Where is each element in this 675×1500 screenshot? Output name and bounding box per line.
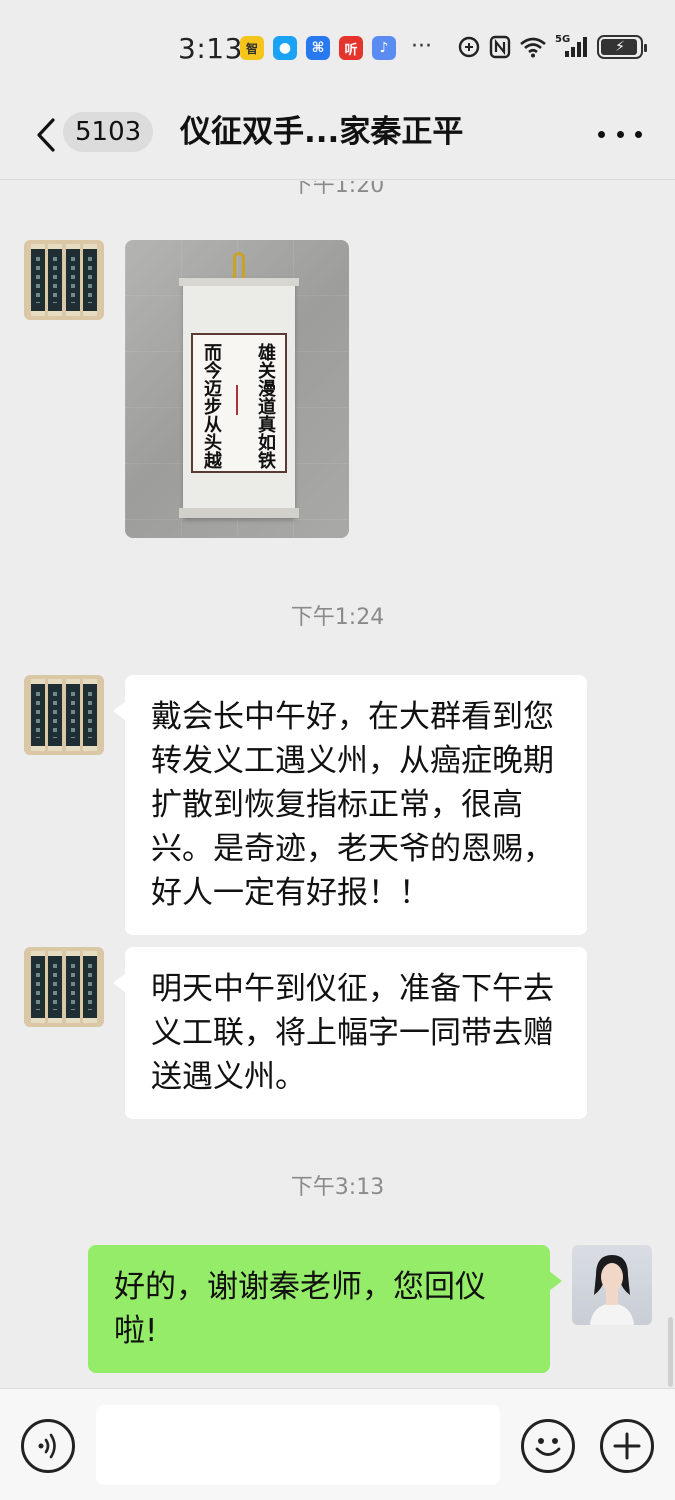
scrollbar[interactable] [668,1317,673,1387]
message-bubble-sent[interactable]: 好的，谢谢秦老师，您回仪啦! [88,1245,562,1373]
voice-icon [38,1433,56,1459]
calligraphy-scroll-image: 雄关漫道真如铁 而今迈步从头越 [179,252,299,518]
voice-button[interactable] [21,1419,75,1473]
unread-count-badge[interactable]: 5103 [63,112,154,152]
chevron-left-icon [37,118,55,152]
message-timestamp: 下午1:20 [290,181,385,198]
message-timestamp: 下午1:24 [290,605,385,630]
status-bar: 3:13 智 ● ⌘ 听 ♪ ··· 5G ⚡ [0,0,675,100]
qq-app-icon: ● [273,36,297,60]
calligraphy-left-column: 而今迈步从头越 [201,343,222,469]
charging-bolt-icon: ⚡ [615,39,625,55]
listen-app-icon: 听 [339,36,363,60]
emoji-button[interactable] [521,1419,575,1473]
message-list[interactable]: 下午1:20 雄关漫道真如铁 而今迈步从头越 下午1:24 戴会长中午好，在大群… [0,181,675,1388]
cellular-signal-icon: 5G [555,34,589,60]
music-app-icon: ♪ [372,36,396,60]
message-input[interactable] [96,1405,500,1485]
network-type-label: 5G [555,34,571,45]
status-time: 3:13 [178,32,243,65]
ticket-app-icon: 智 [240,36,264,60]
my-avatar[interactable] [572,1245,652,1325]
status-system-icons: 5G ⚡ [457,34,647,60]
contact-avatar[interactable] [24,240,104,320]
seal-stamp [236,385,238,415]
contact-avatar[interactable] [24,675,104,755]
nfc-icon [489,34,511,60]
more-dot-icon [635,130,642,138]
chat-title: 仪征双手...家秦正平 [180,114,464,150]
more-options-button[interactable] [598,114,642,154]
message-timestamp: 下午3:13 [290,1175,385,1200]
more-functions-button[interactable] [600,1419,654,1473]
plus-icon [613,1432,641,1460]
more-dot-icon [616,130,624,138]
clover-app-icon: ⌘ [306,36,330,60]
calligraphy-right-column: 雄关漫道真如铁 [255,343,276,469]
message-bubble-received[interactable]: 戴会长中午好，在大群看到您转发义工遇义州，从癌症晚期扩散到恢复指标正常，很高兴。… [113,675,587,935]
more-dot-icon [598,130,605,138]
chat-header: 5103 仪征双手...家秦正平 [0,100,675,180]
status-app-icons: 智 ● ⌘ 听 ♪ [240,36,396,60]
wifi-icon [519,34,547,60]
status-more-icon: ··· [411,34,432,59]
back-button[interactable] [28,110,64,160]
data-saver-icon [457,34,481,60]
image-message[interactable]: 雄关漫道真如铁 而今迈步从头越 [125,240,349,538]
message-bubble-received[interactable]: 明天中午到仪征，准备下午去义工联，将上幅字一同带去赠送遇义州。 [113,947,587,1119]
smiley-icon [535,1438,561,1456]
input-bar [0,1388,675,1500]
contact-avatar[interactable] [24,947,104,1027]
battery-icon: ⚡ [597,35,647,59]
